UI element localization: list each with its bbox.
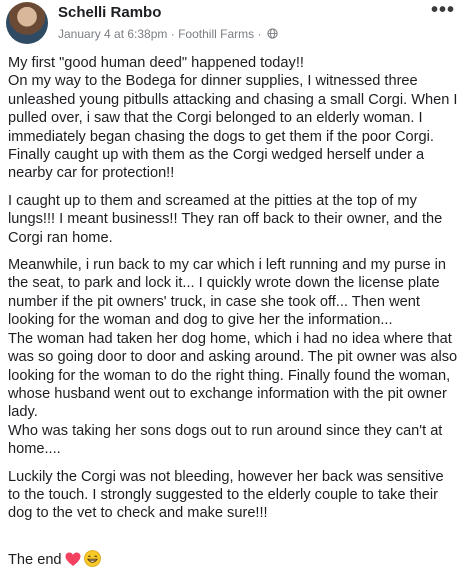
- grinning-face-emoji: [83, 550, 101, 568]
- post-closing-line: The end: [8, 532, 458, 570]
- avatar[interactable]: [6, 2, 48, 44]
- closing-text: The end: [8, 552, 62, 569]
- post-paragraph: Luckily the Corgi was not bleeding, howe…: [8, 468, 444, 522]
- meta-separator: ·: [170, 26, 175, 41]
- post-paragraph: Meanwhile, i run back to my car which i …: [8, 257, 458, 458]
- meta-separator: ·: [257, 26, 262, 41]
- more-options-icon[interactable]: •••: [431, 0, 454, 22]
- globe-icon[interactable]: [267, 28, 278, 39]
- post-date[interactable]: January 4 at 6:38pm: [58, 27, 167, 41]
- post-body: My first "good human deed" happened toda…: [8, 54, 458, 570]
- post-location[interactable]: Foothill Farms: [178, 27, 254, 41]
- post-paragraph: My first "good human deed" happened toda…: [8, 55, 458, 182]
- post-paragraph: I caught up to them and screamed at the …: [8, 192, 443, 246]
- heart-emoji: [65, 552, 81, 567]
- post-meta: January 4 at 6:38pm · Foothill Farms ·: [58, 26, 278, 41]
- author-name[interactable]: Schelli Rambo: [58, 4, 161, 21]
- post-header: Schelli Rambo January 4 at 6:38pm · Foot…: [0, 0, 465, 48]
- post-card: Schelli Rambo January 4 at 6:38pm · Foot…: [0, 0, 465, 568]
